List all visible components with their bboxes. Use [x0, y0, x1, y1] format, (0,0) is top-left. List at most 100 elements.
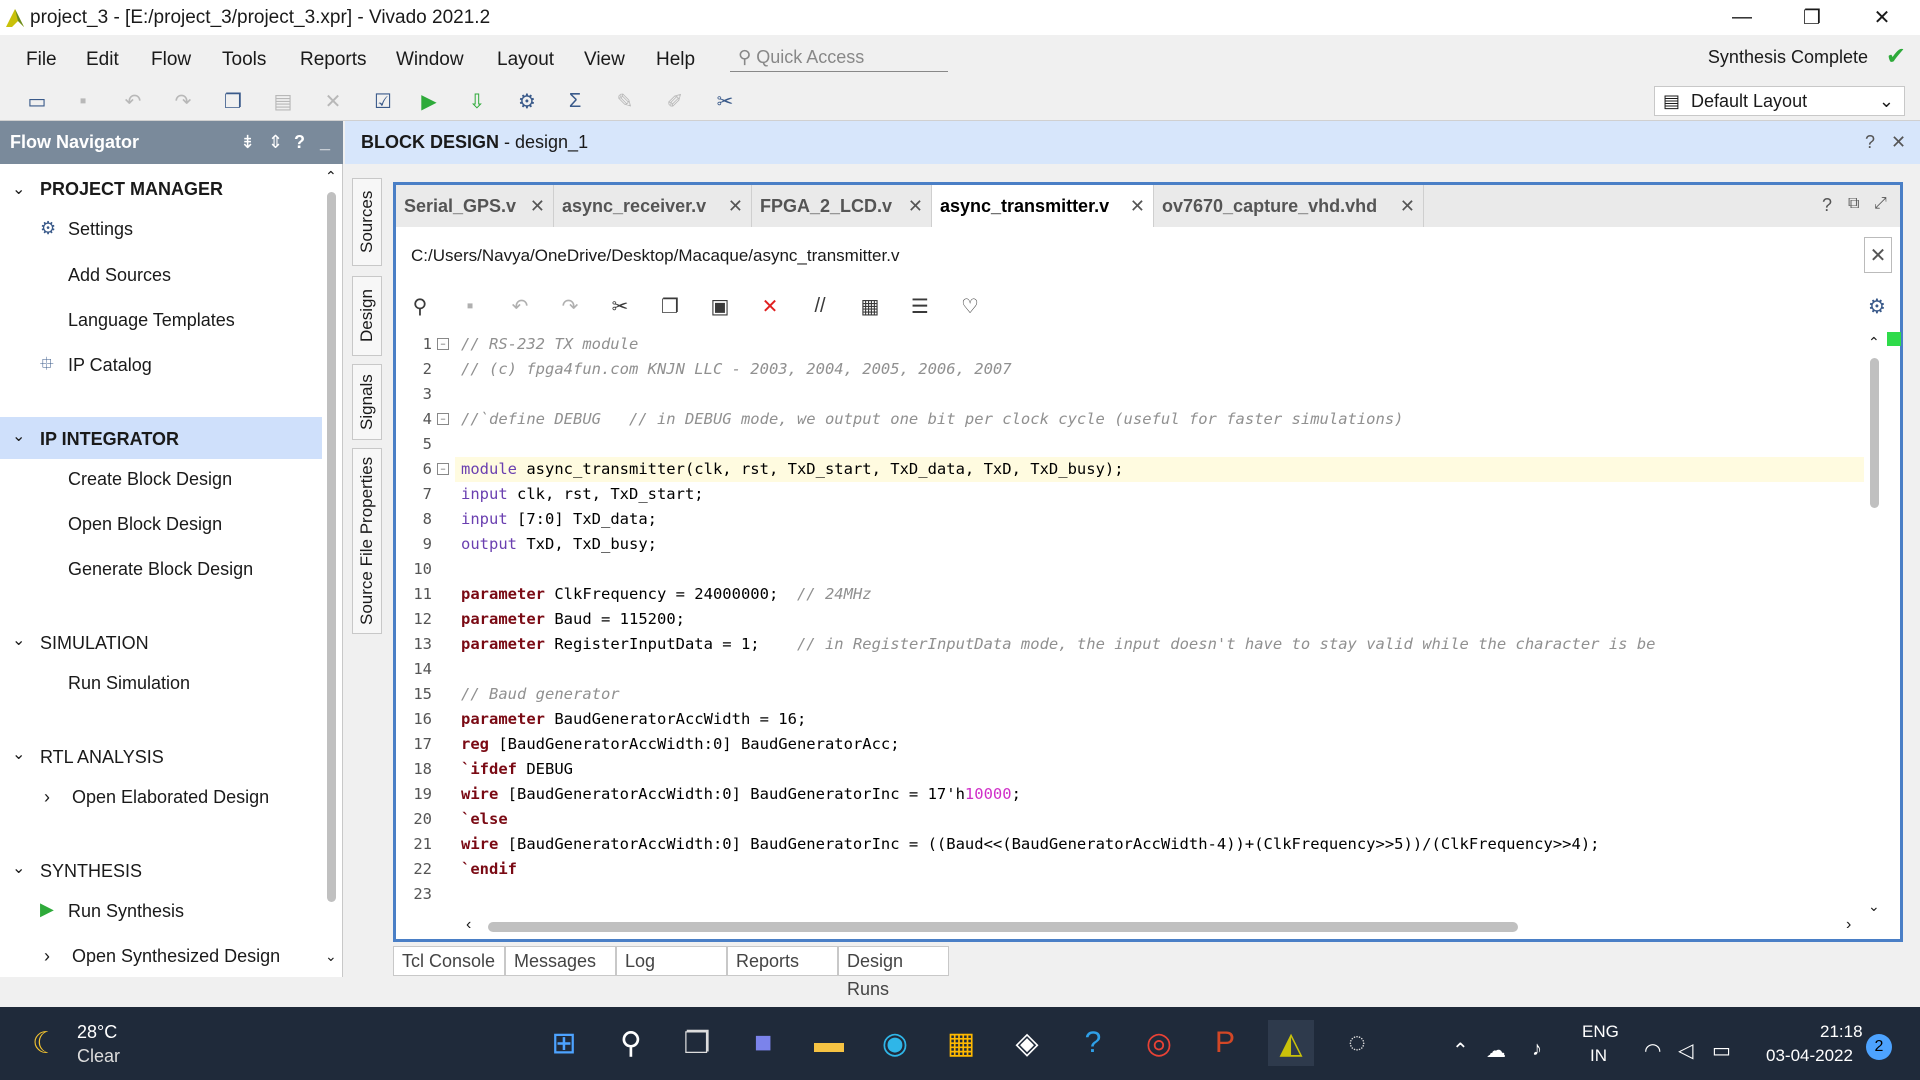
- scroll-down-icon[interactable]: ⌄: [325, 948, 337, 965]
- vivado-icon[interactable]: ◭: [1268, 1020, 1314, 1066]
- disabled-tool2-icon[interactable]: ✐: [660, 88, 690, 114]
- language-region[interactable]: IN: [1590, 1046, 1607, 1066]
- close-tab-icon[interactable]: ✕: [1400, 185, 1415, 227]
- comment-icon[interactable]: //: [805, 292, 835, 320]
- weather-text[interactable]: Clear: [77, 1046, 120, 1067]
- scroll-left-icon[interactable]: ‹: [466, 916, 471, 934]
- sort-icon[interactable]: ⇕: [268, 121, 283, 164]
- notification-badge[interactable]: 2: [1866, 1034, 1892, 1060]
- chevron-right-icon[interactable]: ›: [44, 787, 50, 808]
- app-icon[interactable]: ◈: [1004, 1020, 1050, 1066]
- redo-icon[interactable]: ↷: [168, 88, 198, 114]
- check-icon[interactable]: ☑: [368, 88, 398, 114]
- scroll-down-icon[interactable]: ⌄: [1868, 898, 1880, 915]
- scroll-up-icon[interactable]: ⌃: [1868, 334, 1880, 351]
- chevron-right-icon[interactable]: ›: [44, 946, 50, 967]
- indent-icon[interactable]: ☰: [905, 292, 935, 320]
- copy-icon[interactable]: ❐: [655, 292, 685, 320]
- help-app-icon[interactable]: ?: [1070, 1020, 1116, 1066]
- sigma-icon[interactable]: Σ: [560, 88, 590, 114]
- paste-icon[interactable]: ▤: [268, 88, 298, 114]
- tab-ov7670-capture[interactable]: ov7670_capture_vhd.vhd ✕: [1154, 185, 1424, 227]
- open-project-icon[interactable]: ▭: [22, 88, 52, 114]
- menu-view[interactable]: View: [584, 49, 625, 71]
- horizontal-scrollbar[interactable]: ‹ ›: [458, 916, 1864, 938]
- fold-icon[interactable]: −: [437, 338, 449, 350]
- tab-async-transmitter[interactable]: async_transmitter.v ✕: [932, 185, 1154, 227]
- task-view-icon[interactable]: ❐: [674, 1020, 720, 1066]
- wifi-icon[interactable]: ◠: [1644, 1038, 1661, 1063]
- close-button[interactable]: ✕: [1852, 0, 1912, 35]
- close-tab-icon[interactable]: ✕: [1130, 185, 1145, 227]
- nav-open-block-design[interactable]: Open Block Design: [68, 514, 222, 535]
- maximize-icon[interactable]: ⤢: [1874, 195, 1887, 213]
- chevron-down-icon[interactable]: ⌄: [12, 858, 25, 878]
- chevron-up-icon[interactable]: ⌃: [1452, 1038, 1469, 1063]
- search-icon[interactable]: ⚲: [405, 292, 435, 320]
- section-simulation[interactable]: SIMULATION: [40, 633, 149, 654]
- redo-icon[interactable]: ↷: [555, 292, 585, 320]
- menu-tools[interactable]: Tools: [222, 49, 266, 71]
- cross-tools-icon[interactable]: ✂: [710, 88, 740, 114]
- nav-settings[interactable]: Settings: [68, 219, 133, 240]
- program-icon[interactable]: ⇩: [462, 88, 492, 114]
- tab-messages[interactable]: Messages: [505, 946, 616, 976]
- section-rtl-analysis[interactable]: RTL ANALYSIS: [40, 747, 164, 768]
- scrollbar-thumb[interactable]: [327, 192, 336, 902]
- restore-icon[interactable]: ⧉: [1848, 195, 1859, 213]
- cut-icon[interactable]: ✂: [605, 292, 635, 320]
- tab-fpga-2-lcd[interactable]: FPGA_2_LCD.v ✕: [752, 185, 932, 227]
- clock-date[interactable]: 03-04-2022: [1766, 1046, 1853, 1066]
- scroll-right-icon[interactable]: ›: [1846, 916, 1851, 934]
- save-icon[interactable]: ▪: [455, 292, 485, 320]
- section-synthesis[interactable]: SYNTHESIS: [40, 861, 142, 882]
- obs-icon[interactable]: ◌: [1334, 1020, 1380, 1066]
- clock-time[interactable]: 21:18: [1820, 1022, 1863, 1042]
- chevron-down-icon[interactable]: ⌄: [12, 744, 25, 764]
- layout-select[interactable]: ▤ Default Layout ⌄: [1654, 86, 1905, 116]
- weather-temp[interactable]: 28°C: [77, 1022, 117, 1043]
- scrollbar-thumb[interactable]: [1870, 358, 1879, 508]
- close-icon[interactable]: ✕: [1864, 237, 1892, 273]
- flow-nav-scrollbar[interactable]: ⌃ ⌄: [325, 168, 338, 968]
- undo-icon[interactable]: ↶: [505, 292, 535, 320]
- save-icon[interactable]: ▪: [68, 88, 98, 114]
- tab-async-receiver[interactable]: async_receiver.v ✕: [554, 185, 752, 227]
- help-icon[interactable]: ?: [1865, 121, 1875, 164]
- menu-layout[interactable]: Layout: [497, 49, 554, 71]
- start-icon[interactable]: ⊞: [541, 1020, 587, 1066]
- chevron-down-icon[interactable]: ⌄: [12, 179, 25, 199]
- scrollbar-thumb[interactable]: [488, 922, 1518, 932]
- nav-ip-catalog[interactable]: IP Catalog: [68, 355, 152, 376]
- tab-signals[interactable]: Signals: [352, 364, 382, 440]
- help-icon[interactable]: ?: [1822, 195, 1832, 216]
- tab-design-runs[interactable]: Design Runs: [838, 946, 949, 999]
- section-project-manager[interactable]: PROJECT MANAGER: [40, 179, 223, 200]
- tab-source-file-properties[interactable]: Source File Properties: [352, 448, 382, 634]
- teams-icon[interactable]: ■: [740, 1020, 786, 1066]
- nav-create-block-design[interactable]: Create Block Design: [68, 469, 232, 490]
- nav-generate-block-design[interactable]: Generate Block Design: [68, 559, 253, 580]
- copy-icon[interactable]: ❐: [218, 88, 248, 114]
- tab-reports[interactable]: Reports: [727, 946, 838, 976]
- nav-language-templates[interactable]: Language Templates: [68, 310, 235, 331]
- section-ip-integrator[interactable]: IP INTEGRATOR: [40, 429, 179, 450]
- nav-run-simulation[interactable]: Run Simulation: [68, 673, 190, 694]
- run-icon[interactable]: ▶: [414, 88, 444, 114]
- quick-access-input[interactable]: ⚲ Quick Access: [730, 44, 948, 72]
- tab-serial-gps[interactable]: Serial_GPS.v ✕: [396, 185, 554, 227]
- collapse-all-icon[interactable]: ⇟: [240, 121, 255, 164]
- lightbulb-icon[interactable]: ♡: [955, 292, 985, 320]
- maximize-button[interactable]: ❐: [1782, 0, 1842, 35]
- menu-help[interactable]: Help: [656, 49, 695, 71]
- menu-window[interactable]: Window: [396, 49, 464, 71]
- store-icon[interactable]: ▦: [938, 1020, 984, 1066]
- file-explorer-icon[interactable]: ▬: [806, 1020, 852, 1066]
- tab-tcl-console[interactable]: Tcl Console: [393, 946, 505, 976]
- nav-open-elaborated-design[interactable]: Open Elaborated Design: [72, 787, 269, 808]
- fold-icon[interactable]: −: [437, 463, 449, 475]
- nav-add-sources[interactable]: Add Sources: [68, 265, 171, 286]
- language-code[interactable]: ENG: [1582, 1022, 1619, 1042]
- chevron-down-icon[interactable]: ⌄: [12, 426, 25, 446]
- cloud-icon[interactable]: ☁: [1486, 1038, 1506, 1063]
